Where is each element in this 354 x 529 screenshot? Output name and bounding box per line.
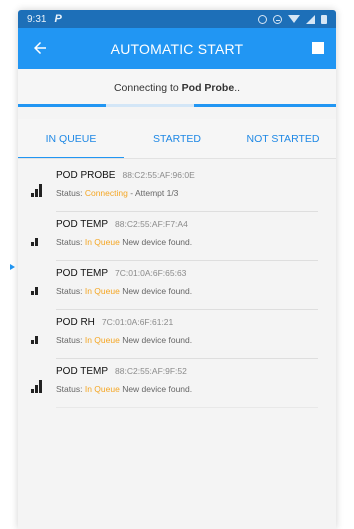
device-mac: 7C:01:0A:6F:61:21	[101, 317, 174, 327]
status-detail: - Attempt 1/3	[127, 188, 179, 198]
tab-label: NOT STARTED	[246, 133, 320, 145]
wifi-icon	[288, 15, 300, 23]
device-name: POD RH	[56, 317, 95, 328]
pointer-arrow-icon	[10, 264, 15, 270]
device-name: POD TEMP	[56, 268, 109, 279]
tab-started[interactable]: STARTED	[124, 119, 230, 159]
progress-indicator	[18, 104, 106, 107]
tab-bar: IN QUEUE STARTED NOT STARTED	[18, 119, 336, 159]
signal-strength-icon	[31, 184, 42, 197]
signal-strength-icon	[31, 380, 42, 393]
progress-indicator	[194, 104, 336, 107]
signal-strength-icon	[31, 238, 38, 246]
alarm-icon	[258, 14, 267, 24]
connection-prefix: Connecting to	[113, 82, 179, 94]
device-name: POD PROBE	[56, 170, 116, 181]
status-label: Status:	[56, 188, 83, 198]
cell-signal-icon	[306, 14, 315, 24]
device-status: In Queue	[84, 286, 120, 296]
connection-suffix: ..	[234, 82, 241, 94]
device-status: Connecting	[84, 188, 128, 198]
device-name: POD TEMP	[56, 366, 109, 377]
tabs-divider	[18, 158, 336, 159]
status-detail: New device found.	[119, 237, 193, 247]
signal-strength-icon	[31, 336, 38, 344]
device-mac: 7C:01:0A:6F:65:63	[115, 268, 187, 278]
device-status: In Queue	[84, 335, 120, 345]
signal-strength-icon	[31, 287, 38, 295]
tab-in-queue[interactable]: IN QUEUE	[18, 119, 124, 159]
status-bar: 9:31 P	[18, 10, 336, 28]
do-not-disturb-icon	[273, 14, 282, 24]
app-notification-icon: P	[54, 13, 62, 25]
status-detail: New device found.	[119, 286, 193, 296]
device-status: In Queue	[84, 384, 120, 394]
tab-label: IN QUEUE	[45, 133, 97, 145]
list-item[interactable]: POD TEMP 88:C2:55:AF:F7:A4 Status: In Que…	[18, 212, 336, 261]
stop-icon[interactable]	[312, 42, 324, 54]
device-mac: 88:C2:55:AF:F7:A4	[115, 219, 188, 229]
list-item[interactable]: POD RH 7C:01:0A:6F:61:21 Status: In Queue…	[18, 310, 336, 359]
device-mac: 88:C2:55:AF:96:0E	[122, 170, 195, 180]
connection-status: Connecting to Pod Probe..	[18, 69, 336, 107]
screenshot-canvas: 9:31 P AUTOMATIC START Connecting to Pod…	[0, 0, 354, 529]
status-detail: New device found.	[119, 335, 193, 345]
list-item[interactable]: POD TEMP 88:C2:55:AF:9F:52 Status: In Que…	[18, 359, 336, 408]
status-time: 9:31	[27, 13, 47, 25]
tab-label: STARTED	[152, 133, 202, 145]
list-item[interactable]: POD TEMP 7C:01:0A:6F:65:63 Status: In Que…	[18, 261, 336, 310]
tab-not-started[interactable]: NOT STARTED	[230, 119, 336, 159]
back-arrow-icon[interactable]	[31, 39, 49, 57]
phone-screen: 9:31 P AUTOMATIC START Connecting to Pod…	[18, 10, 336, 529]
device-name: POD TEMP	[56, 219, 109, 230]
app-bar: AUTOMATIC START	[18, 28, 336, 69]
connection-device: Pod Probe	[181, 82, 235, 94]
status-label: Status:	[56, 237, 83, 247]
device-status: In Queue	[84, 237, 120, 247]
device-list: POD PROBE 88:C2:55:AF:96:0E Status: Conne…	[18, 159, 336, 408]
battery-icon	[321, 14, 327, 24]
status-label: Status:	[56, 384, 83, 394]
status-label: Status:	[56, 335, 83, 345]
device-mac: 88:C2:55:AF:9F:52	[115, 366, 187, 376]
status-detail: New device found.	[119, 384, 193, 394]
page-title: AUTOMATIC START	[110, 40, 244, 57]
status-label: Status:	[56, 286, 83, 296]
list-item[interactable]: POD PROBE 88:C2:55:AF:96:0E Status: Conne…	[18, 163, 336, 212]
